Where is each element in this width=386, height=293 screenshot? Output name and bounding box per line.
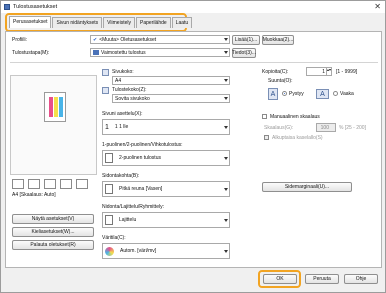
manual-scaling-label: Manuaalinen skaalaus [270, 114, 320, 120]
landscape-radio[interactable] [333, 91, 338, 96]
close-icon[interactable]: ✕ [374, 2, 381, 11]
chevron-down-icon [224, 38, 228, 41]
duplex-page-icon [105, 153, 113, 163]
color-wheel-icon [105, 246, 114, 256]
bounding-checkbox[interactable] [264, 135, 269, 140]
output-size-select[interactable]: Sovita sivukoko [112, 94, 230, 103]
chevron-down-icon [224, 188, 228, 191]
profile-icon: ✔ [93, 36, 98, 43]
chevron-down-icon [224, 157, 228, 160]
window-title: Tulostusasetukset [13, 4, 58, 10]
one-page-icon: 1 [105, 123, 109, 131]
duplex-icon[interactable] [44, 179, 56, 189]
binding-select[interactable]: Pitkä reuna [Vasen] [102, 181, 230, 197]
language-settings-button[interactable]: Kieliasetukset(W)... [12, 227, 94, 237]
preview-bar-cyan [59, 97, 63, 117]
color-mode-value: Autom. [väri/mv] [120, 248, 157, 254]
preview-status: A4 [Skaalaus: Auto] [12, 192, 56, 198]
print-settings-window: Tulostusasetukset ✕ Perusasetukset Sivun… [0, 0, 386, 293]
page-size-select[interactable]: A4 [112, 76, 230, 85]
binding-label: Sidontakohta(B): [102, 173, 140, 179]
chevron-down-icon [224, 97, 228, 100]
spinner-arrows-icon[interactable]: ▴▾ [326, 68, 331, 75]
page-size-label: Sivukoko: [112, 69, 134, 75]
binding-page-icon [105, 184, 113, 194]
pages-per-sheet-select[interactable]: 1 1 1 lle [102, 119, 230, 135]
preview-bar-magenta [49, 97, 53, 117]
preview-bar-yellow [54, 97, 58, 117]
ok-button[interactable]: OK [263, 274, 297, 284]
details-button[interactable]: Tiedot(3)... [232, 48, 256, 58]
settings-icon[interactable] [76, 179, 88, 189]
profile-label: Profiili: [12, 37, 28, 43]
landscape-label: Vaaka [340, 91, 354, 97]
portrait-radio[interactable] [282, 91, 287, 96]
tab-quality[interactable]: Laatu [171, 17, 193, 28]
tab-strip: Perusasetukset Sivun nidäntyksets Viimei… [5, 13, 193, 32]
divider [10, 62, 378, 63]
output-method-label: Tulostustapa(M): [12, 50, 50, 56]
copies-label: Kopioita(C): [262, 69, 289, 75]
cancel-button[interactable]: Peruuta [305, 274, 339, 284]
profile-select[interactable]: ✔ <Muuta> Oletusasetukset [90, 35, 230, 44]
color-mode-label: Väritila(C): [102, 235, 126, 241]
tab-basic[interactable]: Perusasetukset [9, 16, 52, 28]
chevron-down-icon [224, 51, 228, 54]
scale-range: % [25 - 200] [339, 125, 366, 131]
duplex-select[interactable]: 2-puolinen tulostus [102, 150, 230, 166]
scale-label: Skaalaus(G): [264, 125, 294, 131]
output-size-label: Tulostekoko(Z): [112, 87, 147, 93]
copies-range: [1 - 9999] [336, 69, 358, 75]
page-size-icon [102, 69, 109, 76]
stapler-icon[interactable] [28, 179, 40, 189]
collate-value: Lajittelu [119, 217, 137, 223]
duplex-value: 2-puolinen tulostus [119, 155, 161, 161]
chevron-down-icon [224, 219, 228, 222]
output-size-icon [102, 87, 109, 94]
binding-margin-button[interactable]: Sidemarginaali(U)... [262, 182, 352, 192]
add-profile-button[interactable]: Lisää(1)... [232, 35, 260, 45]
landscape-icon: A [316, 89, 329, 99]
bounding-label: Alkuptaisa kaselallo(S) [272, 135, 323, 141]
layout-icon[interactable] [12, 179, 24, 189]
copies-value: 1 [322, 68, 325, 75]
color-mode-select[interactable]: Autom. [väri/mv] [102, 243, 230, 259]
portrait-label: Pystyy [289, 91, 304, 97]
restore-defaults-button[interactable]: Palauta oletukset(R) [12, 240, 94, 250]
page-size-value: A4 [115, 77, 122, 84]
title-bar: Tulostusasetukset ✕ [1, 1, 385, 13]
portrait-icon: A [268, 88, 278, 100]
tab-paper-source[interactable]: Paperilähde [135, 17, 171, 28]
basic-settings-panel: Profiili: ✔ <Muuta> Oletusasetukset Lisä… [5, 31, 382, 268]
booklet-icon[interactable] [60, 179, 72, 189]
page-preview [10, 75, 97, 175]
printer-icon [4, 4, 10, 10]
orientation-label: Suunta(O): [268, 78, 293, 84]
show-settings-button[interactable]: Näytä asetukset(V) [12, 214, 94, 224]
pages-per-sheet-value: 1 1 lle [114, 124, 129, 130]
help-button[interactable]: Ohje [344, 274, 378, 284]
print-icon [93, 50, 99, 55]
edit-profile-button[interactable]: Muokkaa(2)... [262, 35, 294, 45]
collate-page-icon [105, 215, 113, 225]
pages-per-sheet-label: Sivuni asettelu(X): [102, 111, 143, 117]
collate-label: Nidonta/Lajittelu/Ryhmittely: [102, 204, 164, 210]
binding-value: Pitkä reuna [Vasen] [119, 186, 163, 192]
manual-scaling-checkbox[interactable] [262, 114, 267, 119]
scale-value: 100 [320, 124, 329, 131]
output-method-value: Vaimostettu tulostus [101, 49, 146, 56]
tab-finishing[interactable]: Viimeistely [103, 17, 135, 28]
preview-page [44, 92, 66, 122]
scale-stepper[interactable]: 100 [316, 123, 336, 132]
output-size-value: Sovita sivukoko [115, 95, 150, 102]
tab-page-setup[interactable]: Sivun nidäntyksets [52, 17, 103, 28]
duplex-label: 1-puolinen/2-puolinen/Vihkotulostus: [102, 142, 183, 148]
collate-select[interactable]: Lajittelu [102, 212, 230, 228]
output-method-select[interactable]: Vaimostettu tulostus [90, 48, 230, 57]
chevron-down-icon [224, 250, 228, 253]
copies-stepper[interactable]: 1 ▴▾ [306, 67, 332, 76]
profile-value: <Muuta> Oletusasetukset [99, 36, 157, 43]
chevron-down-icon [224, 79, 228, 82]
chevron-down-icon [224, 126, 228, 129]
